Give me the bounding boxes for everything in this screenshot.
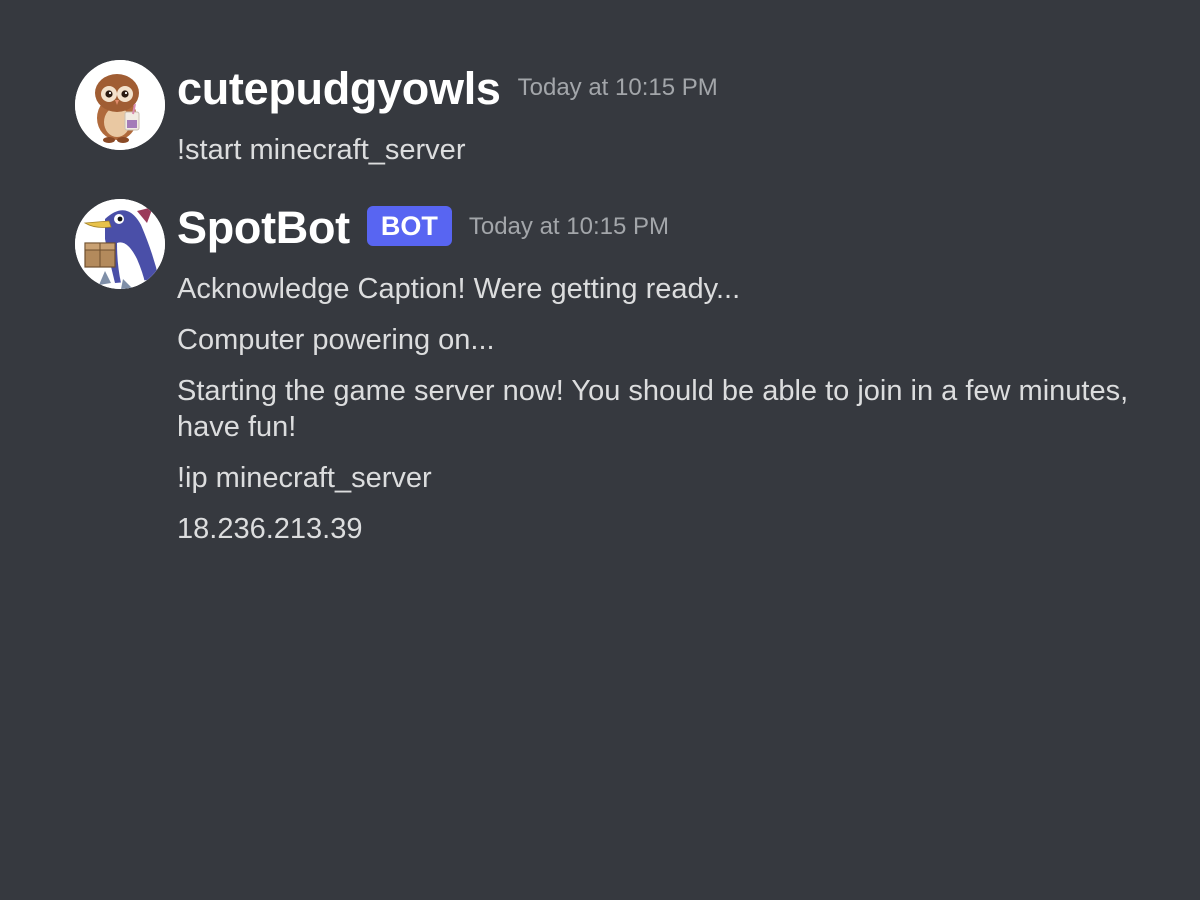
timestamp[interactable]: Today at 10:15 PM bbox=[469, 213, 669, 241]
penguin-bird-with-box-avatar-icon bbox=[75, 199, 165, 289]
message-line: !start minecraft_server bbox=[177, 134, 466, 166]
chat-messages: cutepudgyowls Today at 10:15 PM !start m… bbox=[0, 0, 1200, 900]
ip-address-line: 18.236.213.39 bbox=[177, 513, 363, 545]
avatar[interactable] bbox=[75, 199, 165, 289]
bot-badge: BOT bbox=[366, 206, 452, 246]
owl-avatar-icon bbox=[75, 60, 165, 150]
timestamp[interactable]: Today at 10:15 PM bbox=[518, 74, 718, 102]
message-line: Computer powering on... bbox=[177, 324, 495, 356]
username[interactable]: cutepudgyowls bbox=[177, 63, 501, 115]
message-line: Acknowledge Caption! Were getting ready.… bbox=[177, 273, 741, 305]
message-header: SpotBot BOT Today at 10:15 PM bbox=[177, 199, 669, 257]
message-content: Acknowledge Caption! Were getting ready.… bbox=[177, 271, 1140, 562]
message-header: cutepudgyowls Today at 10:15 PM bbox=[177, 60, 718, 118]
username[interactable]: SpotBot bbox=[177, 202, 350, 254]
message-line: Starting the game server now! You should… bbox=[177, 375, 1129, 443]
message-line: !ip minecraft_server bbox=[177, 462, 432, 494]
avatar[interactable] bbox=[75, 60, 165, 150]
message-content: !start minecraft_server bbox=[177, 132, 1140, 183]
